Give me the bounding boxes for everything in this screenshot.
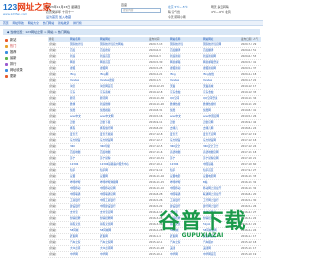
sidebar-item-label: 新站 [10, 38, 17, 42]
logo-text: 123网址之家 [3, 2, 52, 12]
watermark-logo: 谷普下载 GUPUXIAZAI [150, 211, 255, 251]
homepage-links[interactable]: 设为首页 加入收藏 [46, 15, 71, 19]
nav-new[interactable]: 新站收录 [58, 21, 69, 26]
category-icon [5, 44, 8, 48]
logo-url: www.123fen.com [3, 12, 28, 16]
table-cell: 19 [253, 253, 257, 256]
nav-sites[interactable]: 网站大全 [28, 21, 39, 26]
nav-hot[interactable]: 热门网站 [43, 21, 54, 26]
nav-directory[interactable]: 网址导航 [13, 21, 24, 26]
category-icon [5, 56, 8, 60]
top-nav: 首页 网址导航 网站大全 热门网站 新站收录 排行榜 [0, 20, 263, 26]
weather-tomorrow-temp: 4℃~-6℃ 北风 [211, 10, 231, 14]
search-label: 百度 [121, 3, 128, 7]
search-input[interactable]: 搜索内容 [121, 8, 161, 13]
nav-home[interactable]: 首页 [3, 21, 9, 26]
table-cell: [新站] [49, 253, 57, 256]
nav-rank[interactable]: 排行榜 [73, 21, 81, 26]
category-sidebar: 新站热门推荐最新排行网址收录更新 [3, 37, 45, 79]
table-cell: 2015-10-1 [149, 253, 163, 256]
table-cell: 2015-10-1 [241, 253, 252, 256]
category-icon [5, 38, 8, 42]
table-cell[interactable]: 中华网 [100, 252, 148, 258]
weather-panel-tomorrow: 明天 多云转晴 4℃~-6℃ 北风 [211, 5, 261, 15]
table-row: [新站]中华网中华网2015-10-1中华网中华网首页2015-10-119 [48, 252, 261, 258]
sidebar-item[interactable]: 更新 [3, 73, 45, 79]
sidebar-item-label: 最新 [10, 56, 17, 60]
date-info: 2023年11月23日 星期四 农历癸卯年 十月十一 设为首页 加入收藏 [46, 5, 114, 20]
table-cell[interactable]: 中华网 [170, 252, 200, 258]
breadcrumb: ◆ 当前位置：123网址之家 > 网站 > 热门网站 [3, 29, 260, 35]
sidebar-item-label: 更新 [10, 74, 17, 78]
category-icon [5, 62, 8, 66]
site-logo[interactable]: 123网址之家 www.123fen.com [3, 2, 52, 19]
category-icon [5, 50, 8, 54]
sidebar-item-label: 热门 [10, 44, 17, 48]
sidebar-item-label: 排行 [10, 62, 17, 66]
category-icon [5, 74, 8, 78]
sidebar-item-label: 网址收录 [10, 68, 23, 72]
table-cell[interactable]: 中华网首页 [203, 252, 240, 258]
sidebar-item-label: 推荐 [10, 50, 17, 54]
search-box: 百度 搜索内容 [121, 4, 163, 13]
category-icon [5, 68, 8, 72]
watermark-sub: GUPUXIAZAI [181, 232, 224, 239]
table-cell[interactable]: 中华网 [70, 252, 97, 258]
watermark-text: 谷普下载 [158, 210, 247, 233]
